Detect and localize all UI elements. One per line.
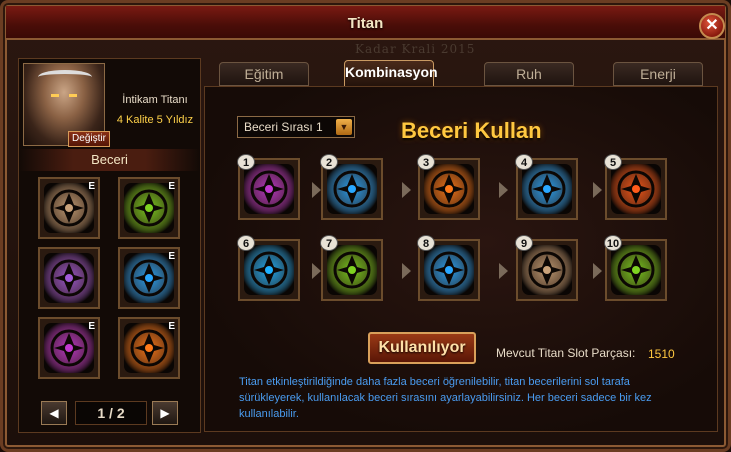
- sequence-slot[interactable]: 1: [237, 154, 300, 220]
- chevron-down-icon[interactable]: ▼: [336, 119, 352, 135]
- arrow-right-icon: [592, 182, 602, 198]
- sequence-number: 5: [604, 154, 622, 170]
- titan-quality: 4 Kalite 5 Yıldız: [116, 114, 194, 126]
- equipped-badge: E: [168, 321, 175, 332]
- equipped-badge: E: [88, 321, 95, 332]
- sequence-slot[interactable]: 8: [417, 235, 480, 301]
- sequence-slot[interactable]: 5: [604, 154, 667, 220]
- blue-sun-glyph-icon: [522, 164, 572, 214]
- arrow-right-icon: [311, 263, 321, 279]
- purple-spider-glyph-icon: [44, 253, 94, 303]
- window-title: Titan: [347, 15, 384, 32]
- orange-lightning-glyph-icon: [124, 323, 174, 373]
- orange-lightning-glyph-icon: [424, 164, 474, 214]
- arrow-right-icon: [401, 182, 411, 198]
- sequence-slot[interactable]: 6: [237, 235, 300, 301]
- blue-spiral-glyph-icon: [424, 245, 474, 295]
- pager-prev-button[interactable]: ◀: [41, 401, 67, 425]
- sequence-number: 2: [320, 154, 338, 170]
- skill-slot[interactable]: E: [38, 177, 100, 239]
- skill-slot[interactable]: E: [118, 177, 180, 239]
- skill-order-select[interactable]: Beceri Sırası 1 ▼: [237, 116, 355, 138]
- equipped-badge: E: [168, 251, 175, 262]
- titan-portrait: Değiştir: [23, 63, 110, 147]
- tab-enerji[interactable]: Enerji: [613, 62, 703, 86]
- purple-skull-glyph-icon: [44, 323, 94, 373]
- green-swirl-glyph-icon: [327, 245, 377, 295]
- orange-flame-glyph-icon: [611, 164, 661, 214]
- blue-rune-glyph-icon: [244, 245, 294, 295]
- tan-totem-glyph-icon: [44, 183, 94, 233]
- titan-left-panel: Değiştir İntikam Titanı 4 Kalite 5 Yıldı…: [18, 58, 201, 433]
- skill-slot[interactable]: E: [38, 317, 100, 379]
- tab-kombinasyon[interactable]: Kombinasyon: [344, 60, 438, 87]
- sequence-number: 6: [237, 235, 255, 251]
- equipped-badge: E: [88, 181, 95, 192]
- skills-header: Beceri: [19, 149, 200, 171]
- sequence-slot[interactable]: 3: [417, 154, 480, 220]
- pager-next-button[interactable]: ▶: [152, 401, 178, 425]
- blue-sun-glyph-icon: [124, 253, 174, 303]
- arrow-right-icon: [499, 263, 508, 279]
- arrow-right-icon: [499, 182, 508, 198]
- slot-count-value: 1510: [648, 347, 675, 361]
- arrow-right-icon: [401, 263, 411, 279]
- close-button[interactable]: ✕: [699, 13, 725, 39]
- slot-count-label: Mevcut Titan Slot Parçası:: [496, 346, 636, 360]
- blue-crest-glyph-icon: [327, 164, 377, 214]
- titan-name: İntikam Titanı: [122, 94, 188, 106]
- combination-panel: Beceri Sırası 1 ▼ Beceri Kullan 1 2 3 4 5 6 7 8…: [204, 86, 718, 432]
- panel-title: Beceri Kullan: [401, 118, 542, 143]
- sequence-number: 3: [417, 154, 435, 170]
- sequence-number: 4: [515, 154, 533, 170]
- change-titan-button[interactable]: Değiştir: [68, 131, 110, 147]
- skill-slot[interactable]: [38, 247, 100, 309]
- sequence-slot[interactable]: 2: [320, 154, 383, 220]
- titan-window: Titan ✕ Kadar Krali 2015 Değiştir İntika…: [0, 0, 731, 452]
- green-wing-glyph-icon: [124, 183, 174, 233]
- skill-order-select-label: Beceri Sırası 1: [244, 120, 323, 134]
- sequence-number: 8: [417, 235, 435, 251]
- tab-egitim[interactable]: Eğitim: [219, 62, 309, 86]
- pager-indicator: 1 / 2: [75, 401, 147, 425]
- purple-spider-glyph-icon: [244, 164, 294, 214]
- arrow-right-icon: [311, 182, 321, 198]
- sequence-number: 9: [515, 235, 533, 251]
- arrow-right-icon: [592, 263, 602, 279]
- sequence-slot[interactable]: 7: [320, 235, 383, 301]
- title-bar: Titan: [6, 6, 725, 40]
- green-wing-glyph-icon: [611, 245, 661, 295]
- sequence-slot[interactable]: 4: [515, 154, 578, 220]
- tab-ruh[interactable]: Ruh: [484, 62, 574, 86]
- tan-totem-glyph-icon: [522, 245, 572, 295]
- sequence-number: 7: [320, 235, 338, 251]
- sequence-slot[interactable]: 10: [604, 235, 667, 301]
- sequence-slot[interactable]: 9: [515, 235, 578, 301]
- skill-slot[interactable]: E: [118, 247, 180, 309]
- sequence-number: 1: [237, 154, 255, 170]
- watermark-text: Kadar Krali 2015: [355, 42, 476, 56]
- skill-slot[interactable]: E: [118, 317, 180, 379]
- info-text: Titan etkinleştirildiğinde daha fazla be…: [239, 376, 652, 420]
- equipped-badge: E: [168, 181, 175, 192]
- sequence-number: 10: [604, 235, 622, 251]
- in-use-button[interactable]: Kullanılıyor: [368, 332, 476, 364]
